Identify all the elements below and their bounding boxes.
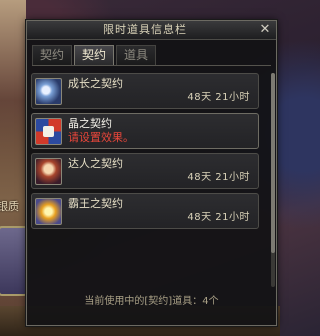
tab-contract-1[interactable]: 契约: [32, 45, 72, 65]
item-set-effect-prompt: 请设置效果。: [68, 131, 134, 144]
item-name: 晶之契约: [68, 117, 112, 130]
list-item[interactable]: 霸王之契约 48天 21小时: [31, 193, 259, 229]
list-item[interactable]: 达人之契约 48天 21小时: [31, 153, 259, 189]
tab-contract-2[interactable]: 契约: [74, 45, 114, 65]
item-name: 达人之契约: [68, 157, 123, 170]
item-name: 成长之契约: [68, 77, 123, 90]
tab-divider: [32, 65, 271, 66]
panel-title: 限时道具信息栏: [103, 23, 187, 36]
growth-contract-icon: [35, 78, 62, 105]
item-remaining-time: 48天 21小时: [187, 172, 250, 183]
active-contract-count: 当前使用中的[契约]道具：4个: [84, 296, 219, 307]
list-scrollbar[interactable]: [271, 73, 275, 287]
title-bar[interactable]: 限时道具信息栏 ✕: [27, 21, 276, 40]
item-remaining-time: 48天 21小时: [187, 212, 250, 223]
list-item[interactable]: 成长之契约 48天 21小时: [31, 73, 259, 109]
list-item[interactable]: 晶之契约 请设置效果。: [31, 113, 259, 149]
scrollbar-thumb[interactable]: [271, 73, 275, 253]
item-remaining-time: 48天 21小时: [187, 92, 250, 103]
scene-chest-icon: [0, 226, 28, 296]
close-icon[interactable]: ✕: [258, 23, 272, 37]
item-name: 霸王之契约: [68, 197, 123, 210]
scene-side-text: 银质: [0, 200, 19, 213]
overlord-contract-icon: [35, 198, 62, 225]
tab-items[interactable]: 道具: [116, 45, 156, 65]
limited-item-info-panel: 限时道具信息栏 ✕ 契约 契约 道具 成长之契约 48天 21小时 晶之契约 请…: [26, 20, 277, 326]
master-contract-icon: [35, 158, 62, 185]
crystal-contract-icon: [35, 118, 62, 145]
